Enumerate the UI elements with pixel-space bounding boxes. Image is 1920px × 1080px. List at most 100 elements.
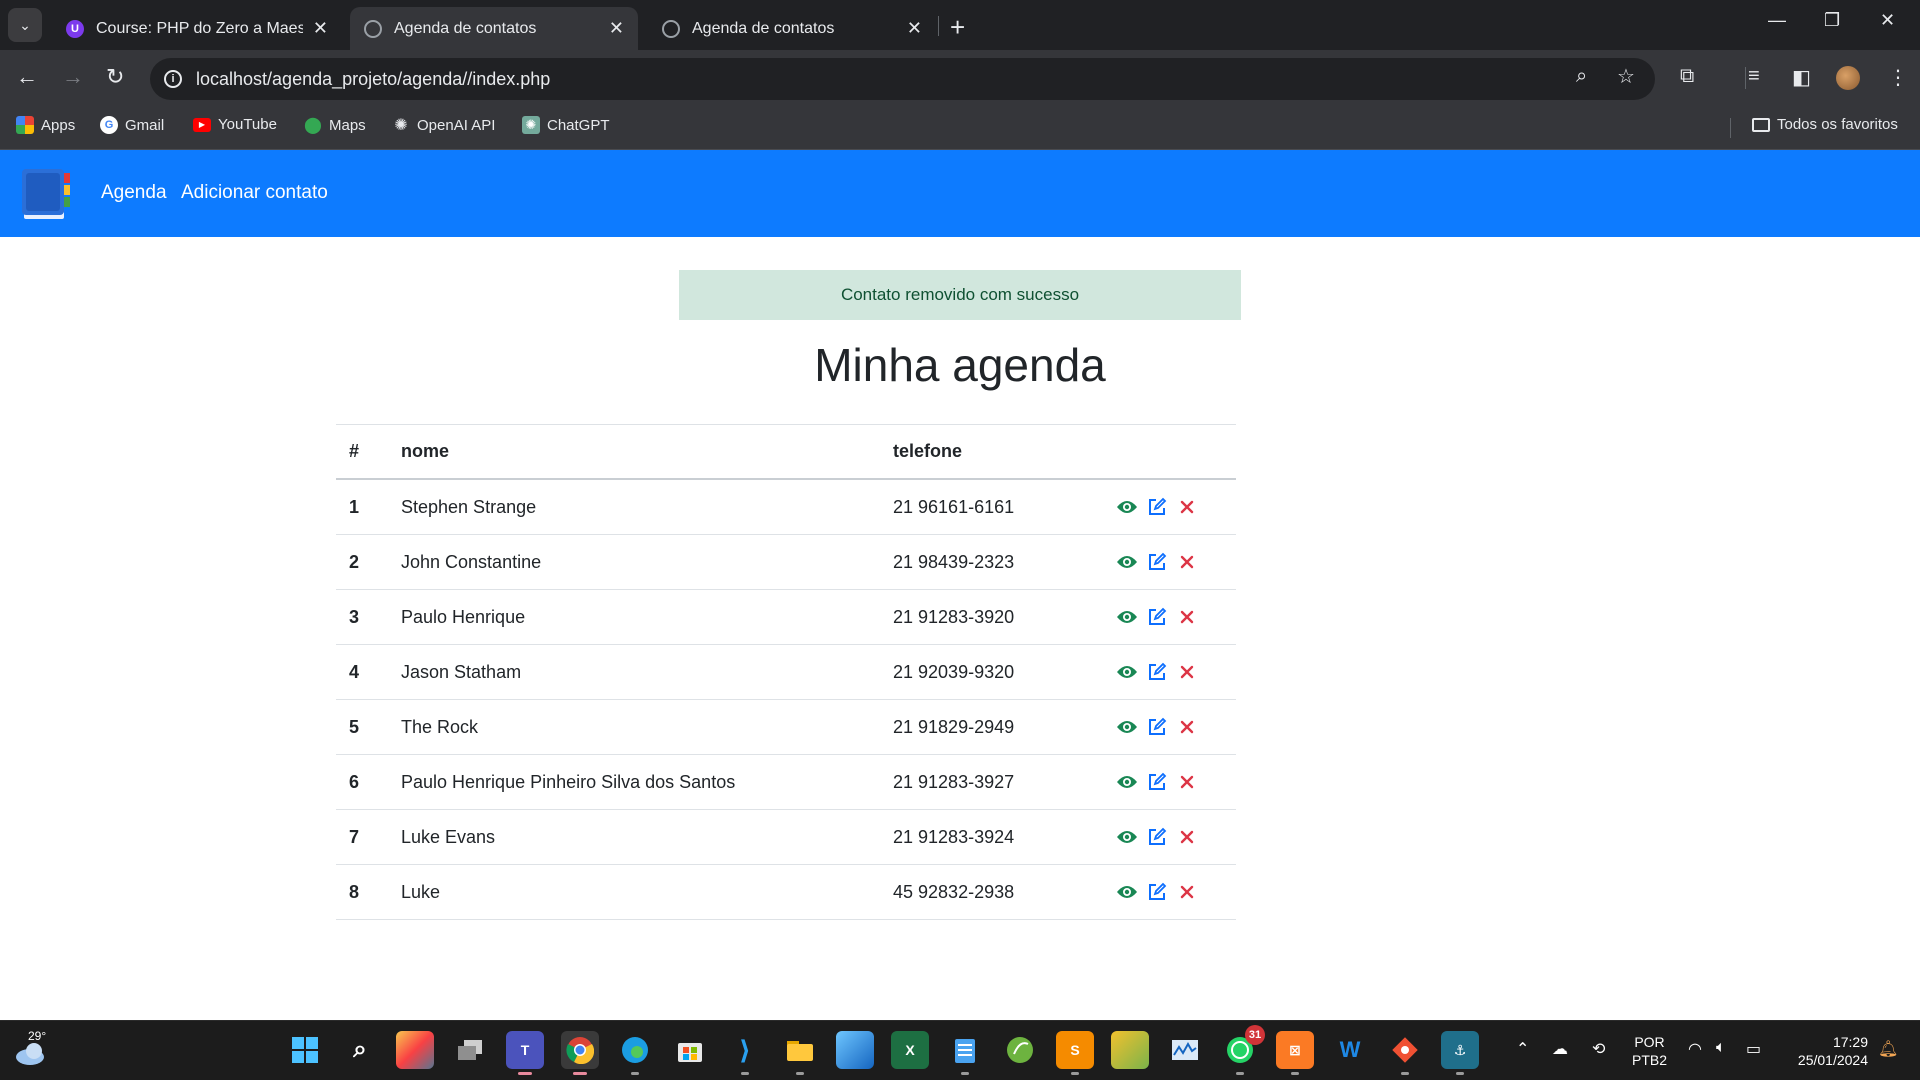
view-eye-icon[interactable] [1116,551,1138,573]
sync-icon[interactable]: ⟲ [1592,1039,1605,1059]
bookmark-chatgpt[interactable]: ✺ ChatGPT [522,116,610,134]
delete-x-icon[interactable] [1176,826,1198,848]
clock[interactable]: 17:29 25/01/2024 [1786,1033,1868,1069]
forward-icon[interactable]: → [62,64,84,90]
tab-agenda-active[interactable]: Agenda de contatos ✕ [350,7,638,50]
edit-pencil-icon[interactable] [1146,606,1168,628]
close-window-icon[interactable]: ✕ [1880,10,1895,31]
wamp-icon[interactable]: W [1331,1031,1369,1069]
side-panel-icon[interactable]: ◧ [1792,65,1811,90]
excel-icon[interactable]: X [891,1031,929,1069]
view-eye-icon[interactable] [1116,606,1138,628]
language-indicator[interactable]: POR PTB2 [1632,1033,1667,1069]
address-book-logo-icon[interactable] [20,165,74,222]
reload-icon[interactable]: ↻ [106,64,124,90]
address-bar[interactable]: i localhost/agenda_projeto/agenda//index… [150,58,1655,100]
all-bookmarks-folder[interactable]: Todos os favoritos [1752,116,1898,133]
volume-icon[interactable]: 🔈︎ [1716,1039,1726,1057]
tab-close-icon[interactable]: ✕ [313,18,328,39]
delete-x-icon[interactable] [1176,661,1198,683]
delete-x-icon[interactable] [1176,551,1198,573]
table-row: 3 Paulo Henrique 21 91283-3920 [336,590,1236,645]
edit-pencil-icon[interactable] [1146,826,1168,848]
search-icon[interactable]: ⌕ [341,1031,379,1069]
mysql-workbench-icon[interactable]: ⚓ [1441,1031,1479,1075]
nav-link-agenda[interactable]: Agenda [101,182,167,204]
vscode-icon[interactable]: ⟩ [726,1031,764,1075]
bookmark-youtube[interactable]: ▶ YouTube [193,116,277,133]
row-actions [1116,590,1198,644]
teams-icon[interactable]: T [506,1031,544,1075]
bookmark-gmail[interactable]: G Gmail [100,116,164,134]
minimize-icon[interactable]: — [1768,10,1786,31]
row-actions [1116,535,1198,589]
task-view-icon[interactable] [451,1031,489,1069]
tab-close-icon[interactable]: ✕ [609,18,624,39]
resource-monitor-icon[interactable] [1166,1031,1204,1069]
media-control-icon[interactable]: ≡ [1748,65,1760,88]
wifi-icon[interactable]: ◠ [1688,1039,1702,1059]
git-gui-icon[interactable] [1386,1031,1424,1075]
edit-pencil-icon[interactable] [1146,551,1168,573]
edit-pencil-icon[interactable] [1146,661,1168,683]
edit-pencil-icon[interactable] [1146,771,1168,793]
whatsapp-icon[interactable]: 31 [1221,1025,1265,1075]
tab-search-button[interactable]: ⌄ [8,8,42,42]
spring-icon[interactable] [1001,1031,1039,1069]
tab-close-icon[interactable]: ✕ [907,18,922,39]
delete-x-icon[interactable] [1176,771,1198,793]
show-hidden-icons-icon[interactable]: ⌃ [1516,1039,1529,1059]
sublime-icon[interactable]: S [1056,1031,1094,1075]
bookmark-apps[interactable]: Apps [16,116,75,134]
photos-icon[interactable] [836,1031,874,1069]
chrome-icon[interactable] [561,1031,599,1075]
new-tab-button[interactable]: + [950,12,965,43]
delete-x-icon[interactable] [1176,606,1198,628]
app-tool-icon[interactable] [1111,1031,1149,1069]
edit-pencil-icon[interactable] [1146,881,1168,903]
delete-x-icon[interactable] [1176,496,1198,518]
row-name: Jason Statham [401,661,522,682]
edit-pencil-icon[interactable] [1146,496,1168,518]
xampp-icon[interactable]: ⊠ [1276,1031,1314,1075]
edge-icon[interactable] [616,1031,654,1075]
delete-x-icon[interactable] [1176,881,1198,903]
view-eye-icon[interactable] [1116,771,1138,793]
row-phone: 21 92039-9320 [893,661,1015,682]
profile-avatar[interactable] [1836,66,1860,90]
site-info-icon[interactable]: i [164,70,182,88]
bookmark-star-icon[interactable]: ☆ [1617,64,1635,89]
row-phone: 21 91283-3927 [893,771,1015,792]
view-eye-icon[interactable] [1116,661,1138,683]
header-id: # [349,441,360,461]
store-icon[interactable] [671,1031,709,1069]
row-id: 8 [349,881,360,902]
file-explorer-icon[interactable] [781,1031,819,1075]
table-row: 6 Paulo Henrique Pinheiro Silva dos Santo… [336,755,1236,810]
row-name: John Constantine [401,551,542,572]
tab-course[interactable]: U Course: PHP do Zero a Maestria ✕ [52,7,342,50]
tab-agenda[interactable]: Agenda de contatos ✕ [648,7,936,50]
view-eye-icon[interactable] [1116,716,1138,738]
delete-x-icon[interactable] [1176,716,1198,738]
url-text[interactable]: localhost/agenda_projeto/agenda//index.p… [196,69,550,90]
battery-icon[interactable]: ▭ [1746,1039,1761,1059]
view-eye-icon[interactable] [1116,826,1138,848]
notepad-icon[interactable] [946,1031,984,1075]
copilot-icon[interactable] [396,1031,434,1069]
edit-pencil-icon[interactable] [1146,716,1168,738]
extensions-icon[interactable]: ⧉ [1680,65,1694,88]
zoom-icon[interactable]: ⌕ [1576,65,1587,88]
menu-dots-icon[interactable]: ⋮ [1888,65,1908,90]
notification-bell-icon[interactable]: 🔔︎ [1878,1039,1898,1059]
bookmark-maps[interactable]: ⬤ Maps [304,116,366,135]
bookmark-openai-api[interactable]: ✺ OpenAI API [392,116,495,135]
view-eye-icon[interactable] [1116,881,1138,903]
row-actions [1116,700,1198,754]
start-windows-icon[interactable] [286,1031,324,1069]
back-icon[interactable]: ← [16,64,38,90]
restore-icon[interactable]: ❐ [1824,10,1840,31]
view-eye-icon[interactable] [1116,496,1138,518]
nav-link-adicionar-contato[interactable]: Adicionar contato [181,182,328,204]
onedrive-cloud-icon[interactable]: ☁ [1552,1039,1568,1059]
